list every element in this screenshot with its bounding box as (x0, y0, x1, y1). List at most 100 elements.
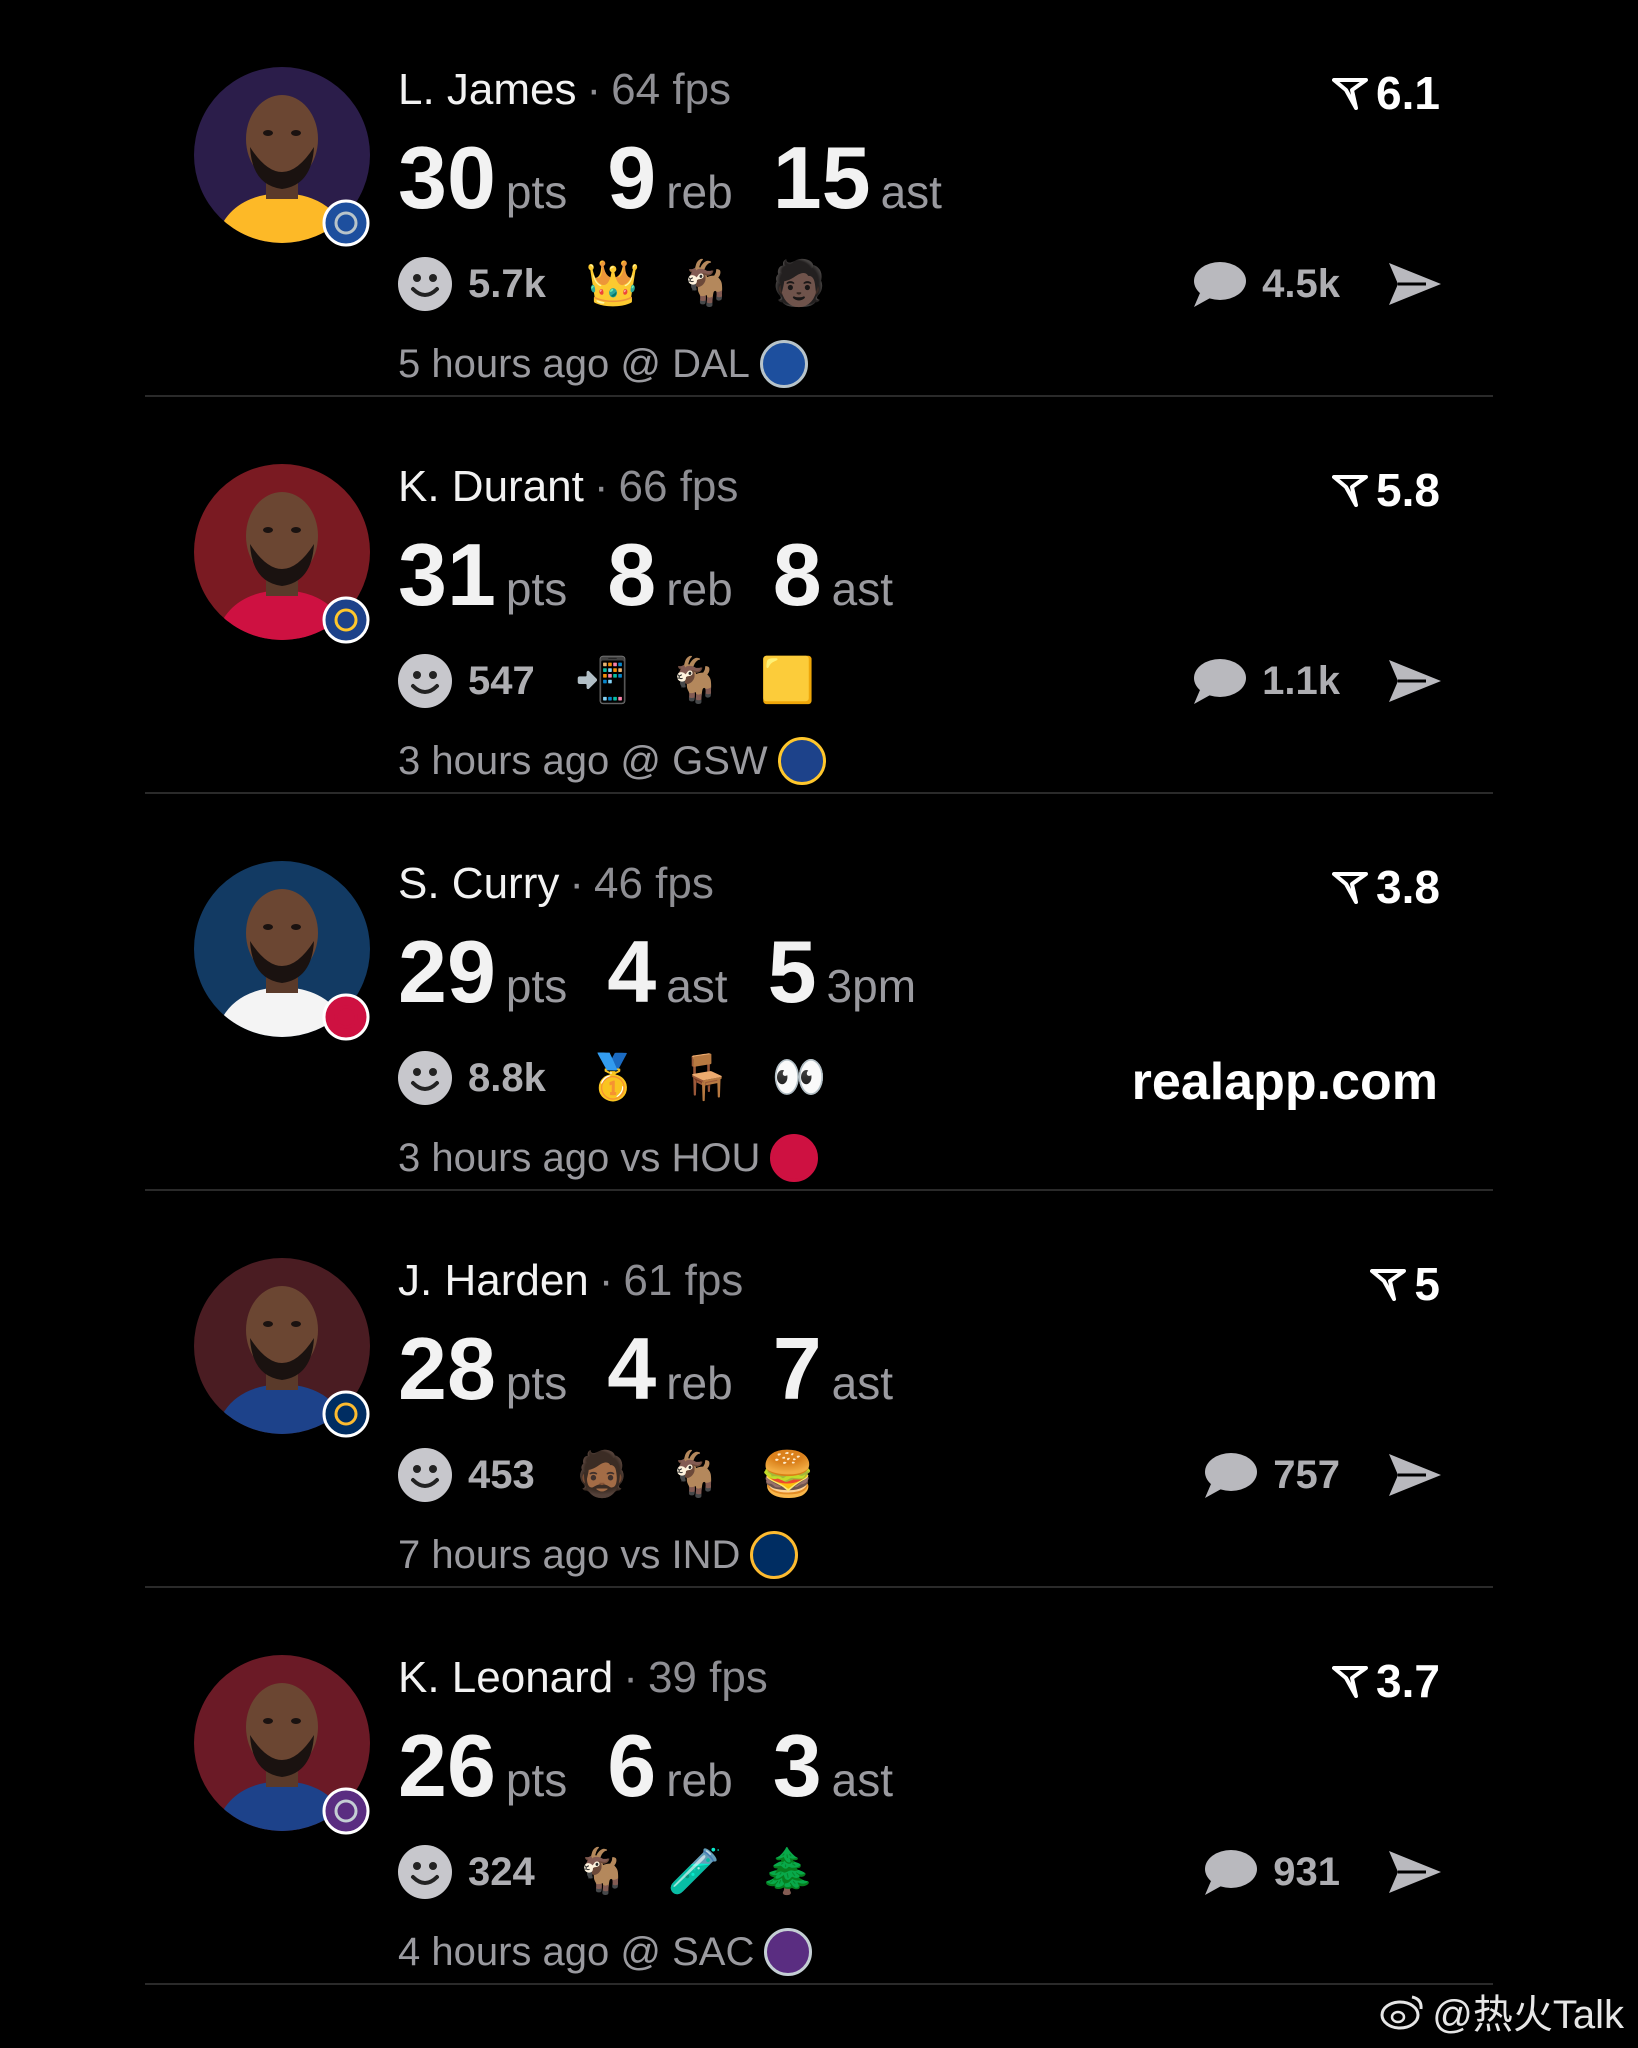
smile-icon[interactable] (398, 257, 452, 311)
player-card[interactable]: S. Curry·46 fps 3.8 29 pts 4 ast 5 3pm (0, 794, 1638, 1191)
game-meta: 7 hours ago vs IND (398, 1531, 799, 1579)
player-name[interactable]: K. Durant (398, 462, 584, 511)
player-name[interactable]: J. Harden (398, 1256, 589, 1305)
player-avatar[interactable] (194, 67, 370, 247)
reaction-emoji[interactable]: 👀 (771, 1056, 826, 1100)
watermark: @热火Talk (1380, 1982, 1624, 2040)
share-icon[interactable] (1386, 259, 1444, 309)
reaction-emoji[interactable]: 🧑🏿 (771, 262, 826, 306)
separator-dot: · (623, 1653, 638, 1702)
player-rating[interactable]: 6.1 (1332, 70, 1440, 116)
comment-icon[interactable] (1201, 1450, 1259, 1500)
stat-value: 29 (398, 922, 496, 1021)
reaction-emoji[interactable]: 🧪 (668, 1850, 723, 1894)
stat-line: 26 pts 6 reb 3 ast (398, 1722, 933, 1810)
stat-value: 4 (607, 1319, 657, 1418)
fantasy-points: 46 fps (594, 859, 714, 908)
rating-value: 6.1 (1376, 67, 1440, 119)
rating-value: 3.7 (1376, 1655, 1440, 1707)
player-name[interactable]: S. Curry (398, 859, 559, 908)
stat-value: 15 (772, 128, 871, 227)
player-card[interactable]: K. Durant · 66 fps 5.8 31 pts 8 reb 8 ast (0, 397, 1638, 794)
comment-count: 4.5k (1262, 261, 1340, 306)
player-avatar[interactable] (194, 1655, 370, 1835)
player-card[interactable]: L. James · 64 fps 6.1 30 pts 9 reb 15 ast (0, 0, 1638, 397)
reaction-emoji[interactable]: 🐐 (668, 659, 723, 703)
player-rating[interactable]: 5.8 (1332, 467, 1440, 513)
opponent-logo-icon (759, 340, 808, 388)
player-name[interactable]: K. Leonard (398, 1653, 613, 1702)
fantasy-points: 39 fps (647, 1653, 768, 1702)
reaction-count: 8.8k (468, 1055, 546, 1100)
separator-dot: · (593, 462, 609, 511)
player-avatar[interactable] (194, 1258, 370, 1438)
player-rating[interactable]: 5 (1370, 1261, 1440, 1307)
rating-icon (1370, 1269, 1407, 1301)
fantasy-points: 61 fps (623, 1256, 744, 1305)
stat-value: 31 (398, 525, 496, 624)
stat-unit: 3pm (826, 960, 917, 1012)
game-meta: 3 hours ago vs HOU (398, 1134, 819, 1182)
watermark-text: @热火Talk (1432, 1993, 1624, 2037)
stat-unit: ast (831, 1357, 894, 1409)
smile-icon[interactable] (398, 654, 452, 708)
reaction-count: 547 (468, 658, 535, 703)
stat-unit: pts (505, 1357, 568, 1409)
stat-value: 28 (398, 1319, 496, 1418)
stat-unit: pts (505, 1754, 568, 1806)
smile-icon[interactable] (398, 1448, 452, 1502)
stat-unit: pts (505, 563, 568, 615)
card-actions: 1.1k (1190, 653, 1444, 709)
reaction-emoji[interactable]: 👑 (586, 262, 641, 306)
stat-unit: ast (666, 960, 728, 1012)
team-logo-badge (322, 199, 370, 247)
reaction-emoji[interactable]: 🐐 (575, 1850, 630, 1894)
separator-dot: · (569, 859, 585, 908)
reaction-emoji[interactable]: 🧔🏾 (575, 1453, 630, 1497)
player-card[interactable]: K. Leonard · 39 fps 3.7 26 pts 6 reb 3 ast (0, 1588, 1638, 1985)
stat-unit: pts (505, 166, 568, 218)
player-rating[interactable]: 3.8 (1332, 864, 1440, 910)
reaction-row: 8.8k 🥇 🪑 👀 (398, 1050, 864, 1106)
comment-icon[interactable] (1201, 1847, 1259, 1897)
stat-value: 3 (772, 1716, 822, 1815)
game-meta: 3 hours ago @ GSW (398, 737, 826, 785)
player-avatar[interactable] (194, 464, 370, 644)
rating-value: 3.8 (1376, 861, 1440, 913)
rating-icon (1332, 1666, 1369, 1698)
game-time-opponent: 7 hours ago vs IND (398, 1532, 741, 1577)
comment-count: 757 (1273, 1452, 1340, 1497)
opponent-logo-icon (777, 737, 826, 785)
reaction-emoji[interactable]: 🐐 (668, 1453, 723, 1497)
comment-count: 931 (1273, 1849, 1340, 1894)
player-card[interactable]: J. Harden · 61 fps 5 28 pts 4 reb 7 ast 4 (0, 1191, 1638, 1588)
reaction-emoji[interactable]: 🪑 (679, 1056, 734, 1100)
share-icon[interactable] (1386, 1847, 1444, 1897)
stat-line: 28 pts 4 reb 7 ast (398, 1325, 933, 1413)
reaction-emoji[interactable]: 📲 (575, 659, 630, 703)
reaction-emoji[interactable]: 🌲 (760, 1850, 815, 1894)
reaction-emoji[interactable]: 🍔 (760, 1453, 815, 1497)
smile-icon[interactable] (398, 1845, 452, 1899)
share-icon[interactable] (1386, 1450, 1444, 1500)
rating-icon (1332, 872, 1369, 904)
player-feed: L. James · 64 fps 6.1 30 pts 9 reb 15 ast (0, 0, 1638, 2048)
stat-value: 7 (772, 1319, 822, 1418)
player-rating[interactable]: 3.7 (1332, 1658, 1440, 1704)
reaction-emoji[interactable]: 🟨 (760, 659, 815, 703)
player-name[interactable]: L. James (398, 65, 577, 114)
comment-icon[interactable] (1190, 656, 1248, 706)
comment-icon[interactable] (1190, 259, 1248, 309)
reaction-emoji[interactable]: 🥇 (586, 1056, 641, 1100)
player-avatar[interactable] (194, 861, 370, 1041)
rating-value: 5 (1414, 1258, 1440, 1310)
share-icon[interactable] (1386, 656, 1444, 706)
stat-value: 30 (398, 128, 496, 227)
game-meta: 5 hours ago @ DAL (398, 340, 808, 388)
reaction-emoji[interactable]: 🐐 (679, 262, 734, 306)
game-time-opponent: 5 hours ago @ DAL (398, 341, 750, 386)
reaction-count: 5.7k (468, 261, 546, 306)
stat-value: 9 (607, 128, 657, 227)
smile-icon[interactable] (398, 1051, 452, 1105)
rating-icon (1332, 78, 1369, 110)
